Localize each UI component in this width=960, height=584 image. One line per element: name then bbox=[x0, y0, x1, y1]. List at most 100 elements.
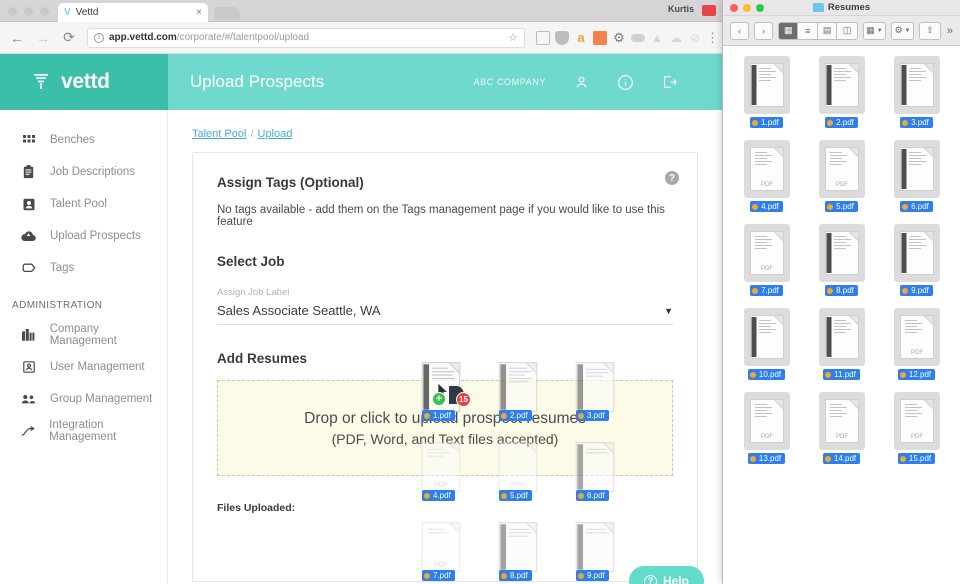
sidebar-item-upload-prospects[interactable]: Upload Prospects bbox=[0, 220, 167, 252]
svg-text:PDF: PDF bbox=[761, 182, 773, 188]
upload-card: ? Assign Tags (Optional) No tags availab… bbox=[192, 152, 698, 582]
finder-file-item[interactable]: 10.pdf bbox=[729, 308, 804, 380]
new-tab-button[interactable] bbox=[214, 7, 240, 20]
job-select[interactable]: Sales Associate Seattle, WA ▼ bbox=[217, 301, 673, 325]
breadcrumb-upload[interactable]: Upload bbox=[258, 128, 293, 140]
pill-icon[interactable] bbox=[631, 33, 645, 42]
address-bar[interactable]: i app.vettd.com/corporate/#/talentpool/u… bbox=[87, 27, 525, 48]
amazon-icon[interactable]: a bbox=[574, 30, 588, 45]
action-gear-icon[interactable]: ⚙ ▼ bbox=[891, 21, 914, 40]
file-dropzone[interactable]: Drop or click to upload prospect resumes… bbox=[217, 380, 673, 476]
browser-tab-title: Vettd bbox=[75, 7, 99, 18]
main-content: Talent Pool / Upload ? Assign Tags (Option… bbox=[168, 110, 722, 584]
finder-file-item[interactable]: PDF 4.pdf bbox=[729, 140, 804, 212]
browser-tab[interactable]: V Vettd × bbox=[58, 3, 208, 22]
tag-dot-icon bbox=[827, 203, 834, 210]
sidebar-item-label: Integration Management bbox=[49, 419, 117, 443]
finder-title-bar[interactable]: Resumes bbox=[723, 0, 960, 16]
finder-overflow-icon[interactable]: » bbox=[947, 25, 953, 37]
sidebar-item-label: User Management bbox=[50, 361, 145, 373]
close-tab-icon[interactable]: × bbox=[196, 7, 202, 18]
tag-dot-icon bbox=[902, 203, 909, 210]
finder-file-item[interactable]: PDF 13.pdf bbox=[729, 392, 804, 464]
app-logo[interactable]: vettd bbox=[0, 54, 168, 110]
people-icon bbox=[21, 394, 36, 404]
tag-dot-icon bbox=[752, 287, 759, 294]
help-tooltip-icon[interactable]: ? bbox=[665, 171, 679, 185]
bookmark-star-icon[interactable]: ☆ bbox=[508, 31, 518, 44]
arrange-icon[interactable]: ▦ ▼ bbox=[862, 21, 887, 40]
browser-window-controls[interactable] bbox=[8, 7, 49, 16]
finder-forward-button[interactable]: › bbox=[754, 21, 773, 40]
gallery-view-icon[interactable]: ◫ bbox=[837, 22, 857, 39]
tag-dot-icon bbox=[902, 119, 909, 126]
finder-file-item[interactable]: 6.pdf bbox=[879, 140, 954, 212]
sidebar-item-benches[interactable]: Benches bbox=[0, 124, 167, 156]
finder-file-item[interactable]: 1.pdf bbox=[729, 56, 804, 128]
cast-icon[interactable] bbox=[536, 30, 550, 45]
close-window-button[interactable] bbox=[8, 7, 17, 16]
finder-file-name: 14.pdf bbox=[833, 454, 857, 463]
breadcrumb-talent-pool[interactable]: Talent Pool bbox=[192, 128, 246, 140]
finder-file-item[interactable]: 2.pdf bbox=[804, 56, 879, 128]
sidebar-item-integration-management[interactable]: Integration Management bbox=[0, 415, 167, 447]
window-close-badge[interactable] bbox=[702, 5, 716, 16]
pocket-icon[interactable] bbox=[555, 30, 569, 45]
finder-file-item[interactable]: PDF 5.pdf bbox=[804, 140, 879, 212]
circle-slash-icon[interactable]: ⊘ bbox=[688, 31, 702, 45]
sidebar-item-job-descriptions[interactable]: Job Descriptions bbox=[0, 156, 167, 188]
finder-view-mode-group[interactable]: ▦ ≡ ▤ ◫ bbox=[778, 21, 858, 40]
share-icon[interactable]: ⇧ bbox=[918, 21, 941, 40]
cloud-upload-icon[interactable]: ▲ bbox=[650, 31, 664, 45]
finder-file-item[interactable]: PDF 12.pdf bbox=[879, 308, 954, 380]
icon-view-icon[interactable]: ▦ bbox=[779, 22, 799, 39]
cloud-icon[interactable]: ☁ bbox=[669, 31, 683, 45]
finder-back-button[interactable]: ‹ bbox=[730, 21, 749, 40]
site-info-icon[interactable]: i bbox=[94, 32, 104, 43]
screen: V Vettd × Kurtis ← → ⟳ i app.vettd.com/c… bbox=[0, 0, 960, 584]
url-domain: app.vettd.com bbox=[109, 32, 177, 43]
sidebar-item-company-management[interactable]: Company Management bbox=[0, 319, 167, 351]
maximize-window-button[interactable] bbox=[40, 7, 49, 16]
finder-maximize-button[interactable] bbox=[756, 4, 764, 12]
help-button[interactable]: ? Help bbox=[628, 566, 704, 584]
list-view-icon[interactable]: ≡ bbox=[798, 22, 818, 39]
sidebar-item-talent-pool[interactable]: Talent Pool bbox=[0, 188, 167, 220]
back-button[interactable]: ← bbox=[6, 27, 28, 49]
finder-file-item[interactable]: 9.pdf bbox=[879, 224, 954, 296]
forward-button[interactable]: → bbox=[32, 27, 54, 49]
logout-icon[interactable] bbox=[660, 73, 678, 91]
finder-file-item[interactable]: 11.pdf bbox=[804, 308, 879, 380]
sidebar-item-group-management[interactable]: Group Management bbox=[0, 383, 167, 415]
dropzone-secondary-text: (PDF, Word, and Text files accepted) bbox=[331, 430, 559, 447]
app-logo-text: vettd bbox=[61, 70, 110, 93]
finder-file-item[interactable]: PDF 7.pdf bbox=[729, 224, 804, 296]
browser-user-label[interactable]: Kurtis bbox=[668, 4, 694, 14]
finder-close-button[interactable] bbox=[730, 4, 738, 12]
assign-job-field[interactable]: Assign Job Label Sales Associate Seattle… bbox=[217, 287, 673, 325]
finder-file-name: 5.pdf bbox=[836, 202, 854, 211]
user-icon[interactable] bbox=[572, 73, 590, 91]
minimize-window-button[interactable] bbox=[24, 7, 33, 16]
sidebar-item-user-management[interactable]: User Management bbox=[0, 351, 167, 383]
gear-icon[interactable]: ⚙ bbox=[612, 30, 626, 45]
app-body: Benches Job Descriptions Talent Pool Upl… bbox=[0, 110, 722, 584]
chart-icon[interactable] bbox=[593, 30, 607, 45]
finder-window-title: Resumes bbox=[827, 2, 871, 13]
chevron-down-icon[interactable]: ▼ bbox=[664, 306, 673, 316]
sidebar-item-tags[interactable]: Tags bbox=[0, 252, 167, 284]
pdf-thumb-icon: PDF bbox=[743, 140, 790, 198]
reload-button[interactable]: ⟳ bbox=[58, 27, 80, 49]
finder-file-name: 11.pdf bbox=[834, 370, 856, 379]
info-icon[interactable] bbox=[616, 73, 634, 91]
finder-file-item[interactable]: 3.pdf bbox=[879, 56, 954, 128]
pdf-thumb-icon: PDF bbox=[818, 392, 865, 450]
finder-file-item[interactable]: PDF 14.pdf bbox=[804, 392, 879, 464]
browser-menu-icon[interactable]: ⋮ bbox=[706, 30, 719, 46]
finder-window-controls[interactable] bbox=[730, 4, 764, 12]
finder-file-item[interactable]: PDF 15.pdf bbox=[879, 392, 954, 464]
finder-minimize-button[interactable] bbox=[743, 4, 751, 12]
column-view-icon[interactable]: ▤ bbox=[817, 22, 838, 39]
finder-file-item[interactable]: 8.pdf bbox=[804, 224, 879, 296]
finder-toolbar: ‹ › ▦ ≡ ▤ ◫ ▦ ▼ ⚙ ▼ ⇧ » bbox=[723, 16, 960, 46]
